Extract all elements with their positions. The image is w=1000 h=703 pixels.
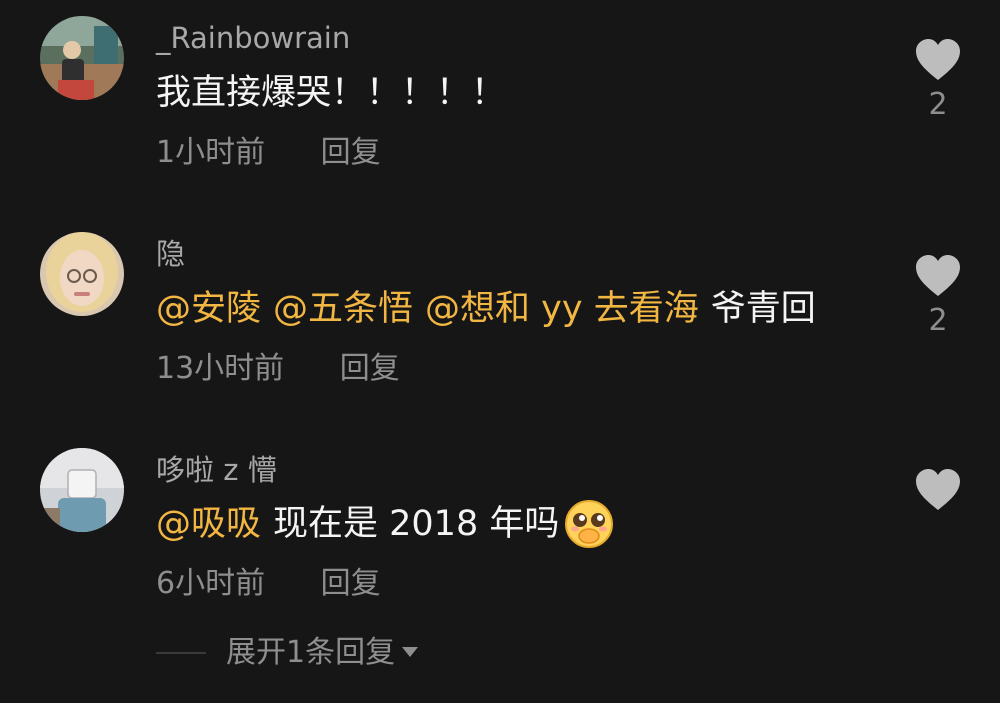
comment-body: 我直接爆哭！！！！！ [156,73,507,113]
heart-icon [916,255,960,296]
divider [156,652,206,654]
mention-link[interactable]: @想和 yy 去看海 [425,292,699,327]
mention-link[interactable]: @吸吸 [156,506,261,542]
username[interactable]: _Rainbowrain [156,24,350,53]
pleading-face-emoji-icon [563,498,615,550]
timestamp: 13小时前 [156,351,285,386]
comment-meta: 1小时前 回复 [156,138,381,168]
comment-text: @吸吸 现在是 2018 年吗 [156,498,615,550]
comment-list: _Rainbowrain 我直接爆哭！！！！！ 1小时前 回复 2 隐 @安陵 … [0,0,1000,703]
mention-link[interactable]: @安陵 [156,292,261,327]
like-button[interactable] [914,468,962,512]
username[interactable]: 隐 [156,240,185,269]
comment-meta: 6小时前 回复 [156,569,381,599]
caret-down-icon [401,644,419,663]
expand-replies-button[interactable]: 展开1条回复 [156,638,419,668]
timestamp: 6小时前 [156,566,266,601]
comment-text: 我直接爆哭！！！！！ [156,76,506,111]
like-count: 2 [928,87,948,122]
heart-icon [916,39,960,80]
user-photo-avatar-icon [40,232,124,316]
user-photo-avatar-icon [40,448,124,532]
avatar[interactable] [40,232,124,316]
comment-body: 爷青回 [710,289,816,329]
like-button[interactable]: 2 [914,38,962,120]
reply-button[interactable]: 回复 [321,569,381,599]
username[interactable]: 哆啦 z 懵 [156,456,277,485]
comment-body: 现在是 2018 年吗 [273,503,560,544]
reply-button[interactable]: 回复 [340,354,400,384]
like-count: 2 [928,303,948,338]
reply-button[interactable]: 回复 [321,138,381,168]
avatar[interactable] [40,16,124,100]
expand-replies-label: 展开1条回复 [226,635,396,670]
avatar[interactable] [40,448,124,532]
mention-link[interactable]: @五条悟 [273,292,413,327]
comment-meta: 13小时前 回复 [156,354,400,384]
timestamp: 1小时前 [156,135,266,170]
user-photo-avatar-icon [40,16,124,100]
comment-text: @安陵 @五条悟 @想和 yy 去看海 爷青回 [156,292,816,327]
like-button[interactable]: 2 [914,254,962,336]
heart-icon [916,469,960,510]
